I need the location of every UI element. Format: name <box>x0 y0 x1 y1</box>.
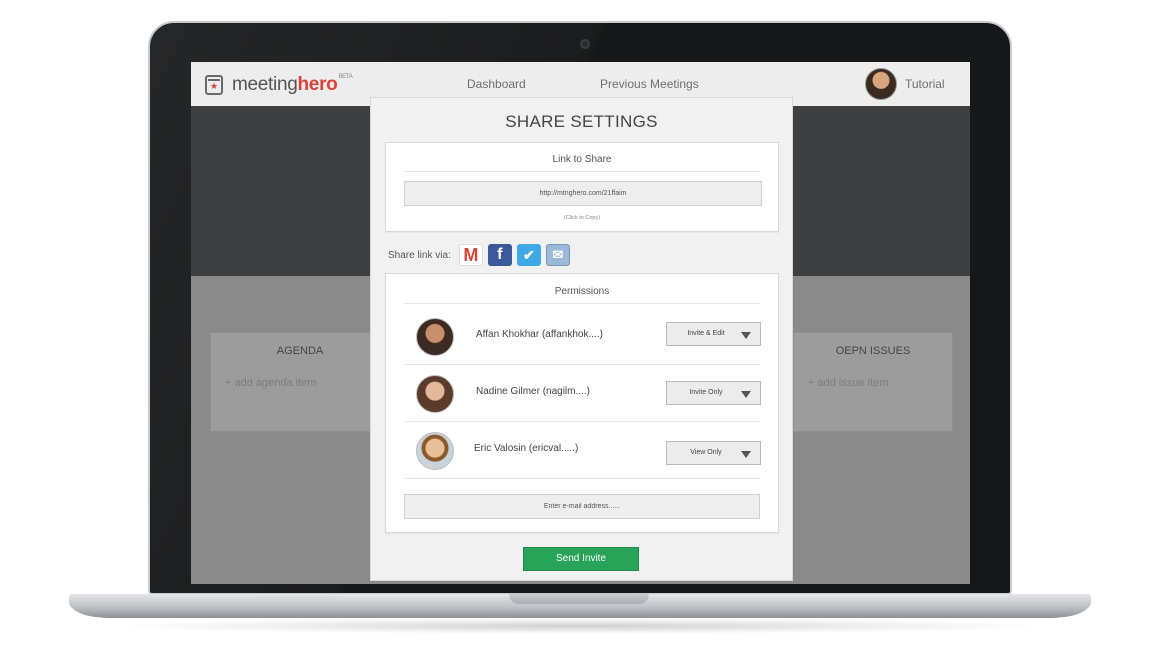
send-invite-button[interactable]: Send Invite <box>523 547 639 571</box>
add-agenda-item[interactable]: + add agenda item <box>225 377 316 389</box>
issues-title: OEPN ISSUES <box>835 345 911 357</box>
calendar-icon: ★ <box>205 75 223 95</box>
mail-icon[interactable]: ✉ <box>545 244 570 266</box>
nav-previous-meetings[interactable]: Previous Meetings <box>600 77 699 91</box>
gmail-icon[interactable]: M <box>458 244 483 266</box>
person-name: Eric Valosin (ericval.....) <box>474 443 579 454</box>
agenda-title: AGENDA <box>276 345 324 357</box>
share-link-field[interactable]: http://mtnghero.com/21ffaim <box>404 181 762 206</box>
share-settings-modal: SHARE SETTINGS Link to Share http://mtng… <box>370 97 793 581</box>
permission-select[interactable]: Invite & Edit <box>666 322 761 346</box>
person-name: Nadine Gilmer (nagilm....) <box>476 386 590 397</box>
nav-tutorial[interactable]: Tutorial <box>905 77 945 91</box>
email-field[interactable] <box>404 494 760 519</box>
modal-title: SHARE SETTINGS <box>505 112 658 131</box>
add-issue-item[interactable]: + add issue item <box>808 377 888 389</box>
avatar[interactable] <box>865 68 897 100</box>
permission-value: Invite Only <box>689 389 723 396</box>
permission-select[interactable]: Invite Only <box>666 381 761 405</box>
base-shadow <box>110 618 1050 634</box>
permission-row: Nadine Gilmer (nagilm....) Invite Only <box>404 365 761 422</box>
nav-dashboard[interactable]: Dashboard <box>467 77 526 91</box>
base-notch <box>509 594 649 604</box>
twitter-icon[interactable]: ✔ <box>516 244 541 266</box>
permission-value: Invite & Edit <box>687 330 725 337</box>
permission-row: Eric Valosin (ericval.....) View Only <box>404 422 761 479</box>
permission-select[interactable]: View Only <box>666 441 761 465</box>
permissions-header: Permissions <box>404 286 760 304</box>
laptop-base <box>69 594 1091 618</box>
logo-text: meetingheroBETA <box>232 74 353 95</box>
chevron-down-icon <box>741 391 751 398</box>
link-card-header: Link to Share <box>404 154 760 172</box>
chevron-down-icon <box>741 332 751 339</box>
camera-icon <box>580 39 590 49</box>
permission-value: View Only <box>690 449 722 456</box>
person-name: Affan Khokhar (affankhok....) <box>476 329 603 340</box>
permissions-card: Permissions Affan Khokhar (affankhok....… <box>385 273 779 533</box>
avatar <box>416 318 454 356</box>
avatar <box>416 432 454 470</box>
app-logo[interactable]: ★ meetingheroBETA <box>205 74 353 96</box>
share-label: Share link via: <box>388 249 451 261</box>
chevron-down-icon <box>741 451 751 458</box>
issues-panel: OEPN ISSUES + add issue item <box>793 332 953 432</box>
copy-hint: (Click to Copy) <box>563 215 601 221</box>
link-card: Link to Share http://mtnghero.com/21ffai… <box>385 142 779 232</box>
permission-row: Affan Khokhar (affankhok....) Invite & E… <box>404 308 761 365</box>
avatar <box>416 375 454 413</box>
facebook-icon[interactable]: f <box>487 244 512 266</box>
agenda-panel: AGENDA + add agenda item <box>210 332 390 432</box>
share-row: Share link via: M f ✔ ✉ <box>388 242 575 268</box>
